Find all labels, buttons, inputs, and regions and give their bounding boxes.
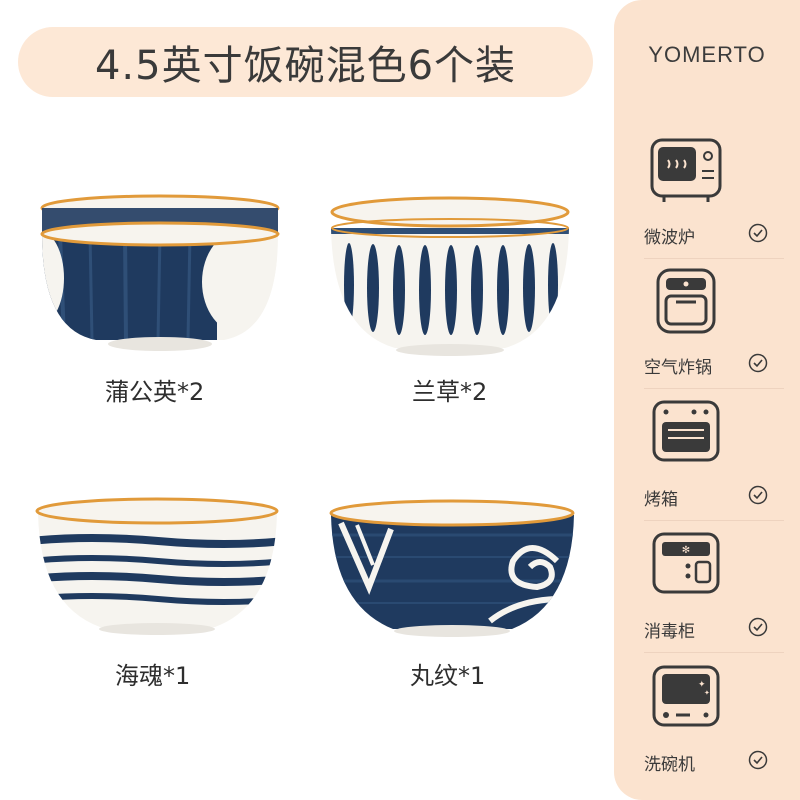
compatibility-panel: YOMERTO 微波炉 空气炸锅 烤箱 ✻ 消毒柜 ✦ ✦ 洗碗机 (614, 0, 800, 800)
feature-label: 微波炉 (644, 228, 695, 248)
dishwasher-icon: ✦ ✦ (650, 665, 722, 731)
air-fryer-icon (650, 268, 722, 334)
divider (644, 388, 784, 389)
brand-logo: YOMERTO (648, 42, 766, 67)
check-icon (748, 223, 768, 243)
feature-label: 消毒柜 (644, 622, 695, 642)
check-icon (748, 485, 768, 505)
bowl-caption: 蒲公英*2 (105, 378, 205, 406)
divider (644, 520, 784, 521)
feature-label: 空气炸锅 (644, 358, 712, 378)
bowl-orchid (325, 190, 575, 360)
bowl-caption: 海魂*1 (115, 662, 191, 690)
circle-pattern-bowl-image (329, 499, 575, 637)
title-banner: 4.5英寸饭碗混色6个装 (18, 27, 593, 97)
dandelion-bowl-image (40, 194, 280, 351)
feature-air-fryer: 空气炸锅 (614, 268, 800, 396)
divider (644, 652, 784, 653)
check-icon (748, 750, 768, 770)
check-icon (748, 353, 768, 373)
feature-microwave: 微波炉 (614, 138, 800, 266)
oven-icon (650, 400, 722, 466)
feature-dishwasher: ✦ ✦ 洗碗机 (614, 665, 800, 793)
sterilizer-icon: ✻ (650, 532, 722, 598)
microwave-icon (650, 138, 722, 204)
sea-soul-bowl-image (35, 497, 279, 635)
bowl-dandelion (30, 190, 290, 360)
feature-label: 洗碗机 (644, 755, 695, 775)
feature-oven: 烤箱 (614, 400, 800, 528)
bowl-caption: 丸纹*1 (410, 662, 486, 690)
divider (644, 258, 784, 259)
orchid-bowl-image (330, 196, 570, 356)
svg-text:✻: ✻ (682, 545, 690, 556)
bowl-caption: 兰草*2 (412, 378, 488, 406)
feature-label: 烤箱 (644, 490, 678, 510)
bowl-circle-pattern (325, 495, 580, 640)
bowl-sea-soul (30, 495, 285, 640)
feature-sterilizer: ✻ 消毒柜 (614, 532, 800, 660)
check-icon (748, 617, 768, 637)
product-title: 4.5英寸饭碗混色6个装 (94, 43, 517, 89)
svg-text:✦: ✦ (704, 689, 710, 697)
